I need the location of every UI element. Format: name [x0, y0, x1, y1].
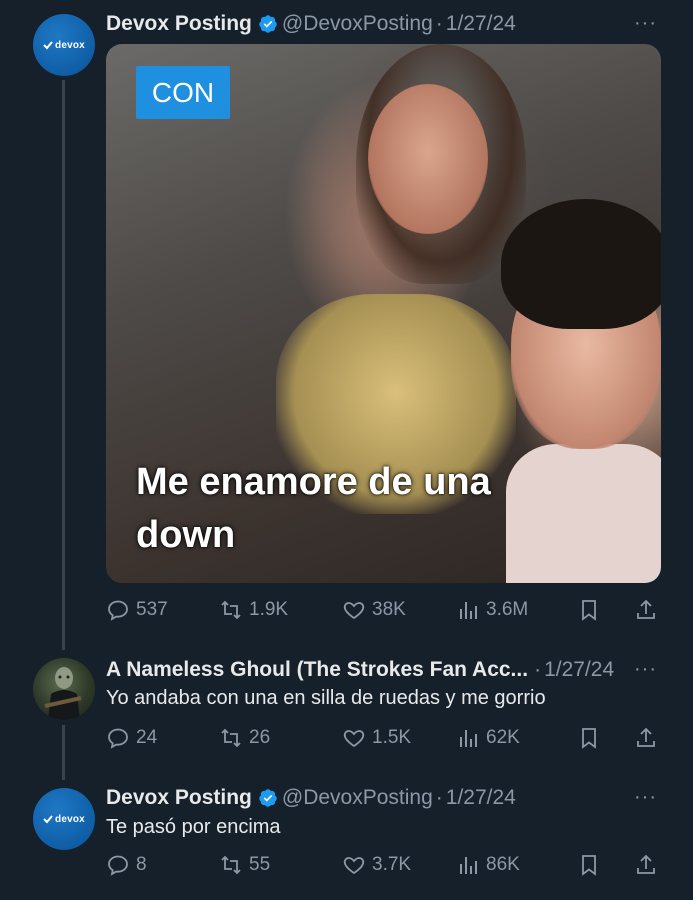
thread-line [62, 725, 65, 780]
share-icon [637, 854, 655, 874]
share-icon [637, 727, 655, 747]
author-name[interactable]: A Nameless Ghoul (The Strokes Fan Acc... [106, 658, 528, 682]
share-button[interactable] [634, 853, 658, 877]
reply-icon [108, 600, 128, 621]
reply-count: 24 [136, 727, 158, 748]
bookmark-icon [582, 600, 596, 621]
author-name[interactable]: Devox Posting [106, 12, 252, 36]
heart-icon [343, 730, 365, 748]
views-button[interactable]: 62K [456, 726, 520, 750]
repost-button[interactable]: 1.9K [219, 598, 288, 622]
tweet-date[interactable]: 1/27/24 [544, 658, 614, 682]
views-chart-icon [460, 730, 477, 747]
author-handle[interactable]: @DevoxPosting [282, 786, 433, 810]
devox-mark-icon [43, 41, 53, 50]
tweet-actions: 537 1.9K 38K 3.6M [106, 596, 661, 624]
photo-shape [506, 444, 661, 583]
author-handle[interactable]: @DevoxPosting [282, 12, 433, 36]
views-count: 62K [486, 727, 520, 748]
views-chart-icon [460, 857, 477, 874]
like-count: 1.5K [372, 727, 412, 748]
avatar-label: devox [55, 39, 85, 51]
tweet-text: Yo andaba con una en silla de ruedas y m… [106, 687, 546, 709]
heart-icon [343, 602, 365, 620]
verified-badge-icon [259, 15, 277, 33]
like-count: 38K [372, 599, 406, 620]
more-options-icon[interactable]: ··· [634, 786, 657, 809]
tweet-media-image[interactable]: CON Me enamore de una down [106, 44, 661, 583]
bookmark-button[interactable] [577, 726, 601, 750]
repost-icon [221, 728, 241, 748]
devox-mark-icon [43, 815, 53, 824]
more-options-icon[interactable]: ··· [634, 12, 657, 35]
media-caption: Me enamore de una down [136, 456, 491, 562]
thread-line [62, 80, 65, 650]
devox-logo: devox [43, 40, 85, 51]
tweet-date[interactable]: 1/27/24 [446, 12, 516, 36]
heart-icon [343, 857, 365, 875]
separator-dot: · [435, 786, 443, 809]
bookmark-button[interactable] [577, 853, 601, 877]
reply-button[interactable]: 8 [106, 853, 147, 877]
repost-count: 26 [249, 727, 271, 748]
ghoul-figure-icon [44, 667, 82, 720]
views-count: 3.6M [486, 599, 529, 620]
reply-icon [108, 855, 128, 876]
reply-count: 8 [136, 854, 147, 875]
photo-shape [501, 199, 661, 329]
repost-count: 1.9K [249, 599, 289, 620]
like-button[interactable]: 38K [342, 598, 406, 622]
media-caption-line: down [136, 514, 236, 556]
like-count: 3.7K [372, 854, 412, 875]
bookmark-icon [582, 728, 596, 749]
bookmark-button[interactable] [577, 598, 601, 622]
author-name[interactable]: Devox Posting [106, 786, 252, 810]
avatar-label: devox [55, 813, 85, 825]
media-caption-line: Me enamore de una [136, 461, 491, 503]
tweet-actions: 8 55 3.7K 86K [106, 851, 661, 879]
tweet-date[interactable]: 1/27/24 [446, 786, 516, 810]
tweet-actions: 24 26 1.5K 62K [106, 724, 661, 752]
avatar-ghoul[interactable] [33, 658, 95, 720]
share-button[interactable] [634, 726, 658, 750]
separator-dot: · [435, 12, 443, 35]
photo-shape [368, 84, 488, 234]
repost-icon [221, 600, 241, 620]
like-button[interactable]: 3.7K [342, 853, 411, 877]
tweet-text: Te pasó por encima [106, 816, 281, 838]
more-options-icon[interactable]: ··· [634, 658, 657, 681]
views-chart-icon [460, 602, 477, 619]
reply-count: 537 [136, 599, 168, 620]
repost-icon [221, 855, 241, 875]
like-button[interactable]: 1.5K [342, 726, 411, 750]
separator-dot: · [534, 658, 542, 681]
avatar-devox[interactable]: devox [33, 788, 95, 850]
views-button[interactable]: 3.6M [456, 598, 528, 622]
views-count: 86K [486, 854, 520, 875]
share-button[interactable] [634, 598, 658, 622]
reply-icon [108, 728, 128, 749]
media-badge: CON [136, 66, 230, 119]
views-button[interactable]: 86K [456, 853, 520, 877]
avatar-devox[interactable]: devox [33, 14, 95, 76]
reply-button[interactable]: 24 [106, 726, 157, 750]
tweet-header: A Nameless Ghoul (The Strokes Fan Acc...… [106, 658, 614, 682]
devox-logo: devox [43, 814, 85, 825]
reply-button[interactable]: 537 [106, 598, 168, 622]
tweet-header: Devox Posting @DevoxPosting · 1/27/24 [106, 12, 516, 36]
repost-button[interactable]: 26 [219, 726, 270, 750]
share-icon [637, 599, 655, 619]
repost-button[interactable]: 55 [219, 853, 270, 877]
verified-badge-icon [259, 789, 277, 807]
bookmark-icon [582, 855, 596, 876]
repost-count: 55 [249, 854, 271, 875]
tweet-header: Devox Posting @DevoxPosting · 1/27/24 [106, 786, 516, 810]
